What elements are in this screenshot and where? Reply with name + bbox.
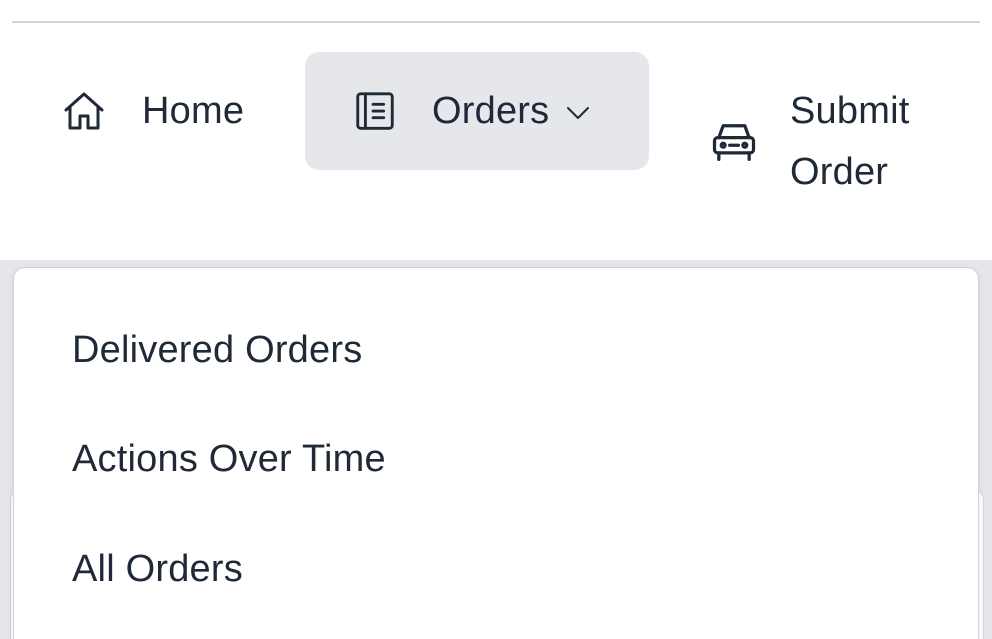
orders-dropdown-menu: Delivered Orders Actions Over Time All O… [13,267,979,639]
nav-item-label: Home [142,89,245,132]
nav-item-label: Submit Order [790,90,910,193]
chevron-down-icon [563,98,593,128]
top-navigation: Home Orders Submit Order [0,23,992,260]
menu-item-delivered-orders[interactable]: Delivered Orders [72,325,362,375]
nav-item-label: Orders [432,89,550,132]
notebook-icon [352,88,398,134]
nav-item-home[interactable]: Home [44,52,260,170]
car-icon [708,116,760,168]
nav-item-orders[interactable]: Orders [305,52,649,170]
menu-item-all-orders[interactable]: All Orders [72,544,243,594]
page: Home Orders Submit Order Delivered Order… [0,0,992,639]
menu-item-actions-over-time[interactable]: Actions Over Time [72,434,386,484]
home-icon [60,87,108,135]
nav-item-submit-order[interactable]: Submit Order [692,52,956,232]
